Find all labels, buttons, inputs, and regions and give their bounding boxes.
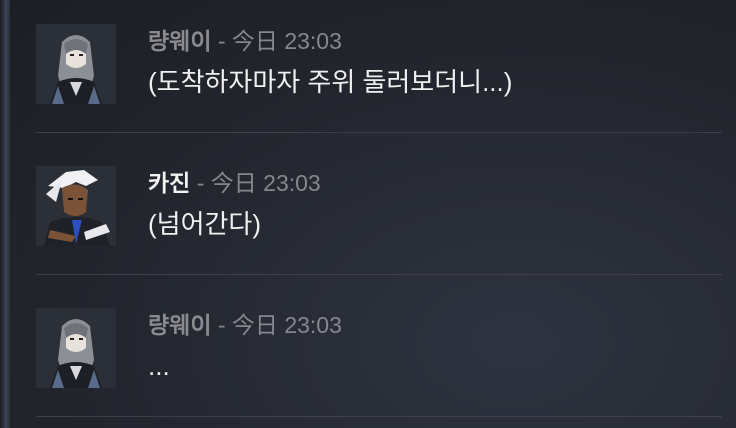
timestamp: - 今日 23:03: [217, 28, 342, 54]
avatar[interactable]: [36, 24, 116, 104]
author-name[interactable]: 량웨이: [148, 312, 211, 338]
avatar[interactable]: [36, 308, 116, 388]
divider: [36, 132, 722, 133]
timestamp: - 今日 23:03: [196, 170, 321, 196]
chat-message: 량웨이 - 今日 23:03 (도착하자마자 주위 둘러보더니...): [36, 0, 722, 142]
message-text: (넘어간다): [148, 209, 261, 239]
chat-message: 카진 - 今日 23:03 (넘어간다): [36, 142, 722, 284]
message-header: 량웨이 - 今日 23:03: [148, 26, 342, 56]
author-name[interactable]: 카진: [148, 170, 190, 196]
avatar[interactable]: [36, 166, 116, 246]
message-text: (도착하자마자 주위 둘러보더니...): [148, 67, 513, 97]
chat-message: 량웨이 - 今日 23:03 ...: [36, 284, 722, 426]
divider: [36, 416, 722, 417]
message-text: ...: [148, 351, 170, 381]
author-name[interactable]: 량웨이: [148, 28, 211, 54]
chat-log: 량웨이 - 今日 23:03 (도착하자마자 주위 둘러보더니...) 카진 -…: [0, 0, 736, 428]
message-header: 량웨이 - 今日 23:03: [148, 310, 342, 340]
message-header: 카진 - 今日 23:03: [148, 168, 321, 198]
timestamp: - 今日 23:03: [217, 312, 342, 338]
divider: [36, 274, 722, 275]
